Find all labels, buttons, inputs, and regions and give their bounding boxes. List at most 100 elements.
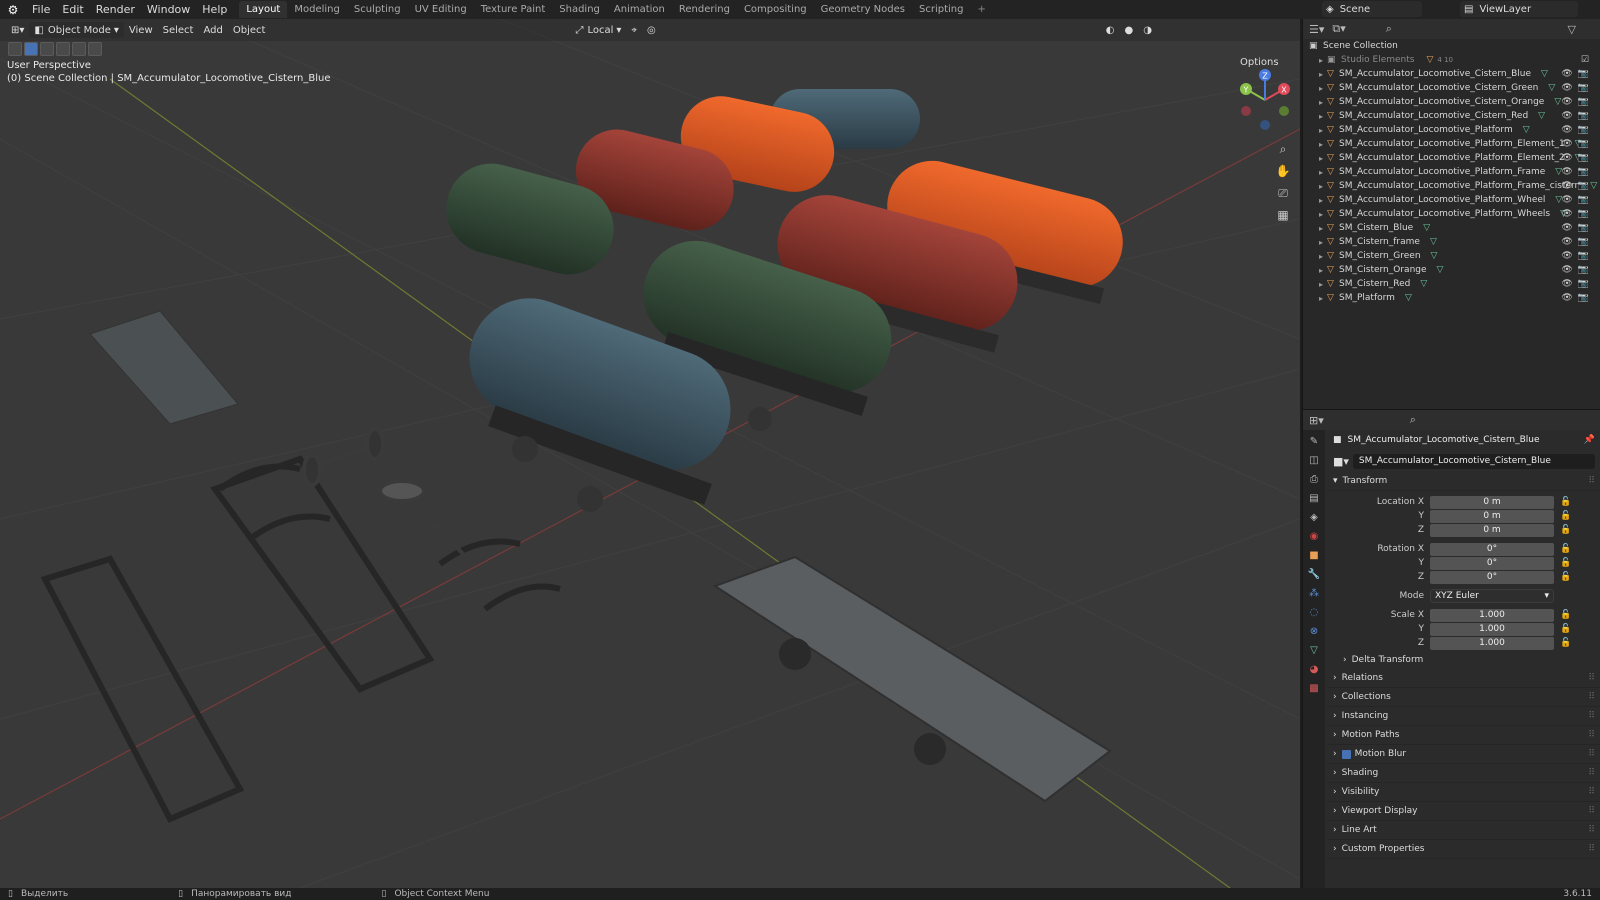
scene-tab-icon[interactable]: ◈ (1307, 512, 1321, 528)
lock-icon[interactable]: 🔓 (1560, 497, 1571, 507)
outliner-item[interactable]: ▸ ▽ SM_Accumulator_Locomotive_Cistern_Gree… (1303, 81, 1600, 95)
constraints-tab-icon[interactable]: ⊗ (1307, 626, 1321, 642)
checkbox[interactable] (1341, 749, 1351, 759)
outliner-item[interactable]: ▸ ▽ SM_Cistern_Orange ▽ 👁📷 (1303, 263, 1600, 277)
expand-icon[interactable]: ▸ (1319, 238, 1327, 247)
visibility-eye-icon[interactable]: 👁📷 (1561, 139, 1594, 149)
visibility-eye-icon[interactable]: 👁📷 (1561, 279, 1594, 289)
section-motion-paths[interactable]: › Motion Paths ⠿ (1327, 726, 1600, 745)
drag-handle-icon[interactable]: ⠿ (1588, 673, 1595, 683)
tab-geometry-nodes[interactable]: Geometry Nodes (814, 1, 912, 18)
outliner-editor-icon[interactable]: ☰▾ (1309, 23, 1324, 36)
tab-sculpting[interactable]: Sculpting (347, 1, 408, 18)
section-viewport-display[interactable]: › Viewport Display ⠿ (1327, 802, 1600, 821)
world-tab-icon[interactable]: ◉ (1307, 531, 1321, 547)
expand-icon[interactable]: ▸ (1319, 84, 1327, 93)
drag-handle-icon[interactable]: ⠿ (1588, 730, 1595, 740)
drag-handle-icon[interactable]: ⠿ (1588, 711, 1595, 721)
lock-icon[interactable]: 🔓 (1560, 544, 1571, 554)
visibility-eye-icon[interactable]: 👁📷 (1561, 181, 1594, 191)
3d-viewport[interactable]: ⊞▾ ◧ Object Mode ▾ View Select Add Objec… (0, 19, 1300, 888)
outliner-root[interactable]: ▣ Scene Collection (1303, 39, 1600, 53)
tab-scripting[interactable]: Scripting (912, 1, 970, 18)
filter-icon[interactable]: ▽ (1568, 23, 1576, 36)
tab-shading[interactable]: Shading (552, 1, 607, 18)
section-shading[interactable]: › Shading ⠿ (1327, 764, 1600, 783)
pin-icon[interactable]: 📌 (1584, 435, 1595, 445)
shading-material-icon[interactable]: ◑ (1138, 22, 1157, 38)
modifier-tab-icon[interactable]: 🔧 (1307, 569, 1321, 585)
scene-selector[interactable]: ◈ Scene (1322, 1, 1422, 17)
lock-icon[interactable]: 🔓 (1560, 610, 1571, 620)
tab-animation[interactable]: Animation (607, 1, 672, 18)
select-extend-mode-icon[interactable] (40, 42, 54, 56)
drag-handle-icon[interactable]: ⠿ (1588, 768, 1595, 778)
drag-handle-icon[interactable]: ⠿ (1588, 692, 1595, 702)
object-tab-icon[interactable]: ■ (1307, 550, 1321, 566)
expand-icon[interactable]: ▸ (1319, 224, 1327, 233)
section-collections[interactable]: › Collections ⠿ (1327, 688, 1600, 707)
shading-solid-icon[interactable]: ● (1120, 22, 1139, 38)
location-y-field[interactable]: 0 m (1430, 509, 1554, 523)
expand-icon[interactable]: ▸ (1319, 154, 1327, 163)
object-datablock-icon[interactable]: ■▾ (1333, 455, 1349, 468)
pan-hand-icon[interactable]: ✋ (1274, 163, 1292, 180)
outliner-item[interactable]: ▸ ▽ SM_Cistern_frame ▽ 👁📷 (1303, 235, 1600, 249)
section-custom-properties[interactable]: › Custom Properties ⠿ (1327, 840, 1600, 859)
select-box-mode-icon[interactable] (24, 42, 38, 56)
output-tab-icon[interactable]: ⎙ (1307, 474, 1321, 490)
drag-handle-icon[interactable]: ⠿ (1588, 844, 1595, 854)
visibility-eye-icon[interactable]: 👁📷 (1561, 111, 1594, 121)
scale-x-field[interactable]: 1.000 (1430, 608, 1554, 622)
expand-icon[interactable]: ▸ (1319, 56, 1327, 65)
outliner-studio[interactable]: ▸ ▣ Studio Elements ▽ 4 10 ☑ (1303, 53, 1600, 67)
expand-icon[interactable]: ▸ (1319, 252, 1327, 261)
expand-icon[interactable]: ▸ (1319, 112, 1327, 121)
lock-icon[interactable]: 🔓 (1560, 558, 1571, 568)
overlay-icon[interactable]: ◐ (1101, 22, 1120, 38)
delta-transform-section[interactable]: › Delta Transform (1327, 650, 1600, 669)
outliner-item[interactable]: ▸ ▽ SM_Accumulator_Locomotive_Platform_Fra… (1303, 165, 1600, 179)
visibility-eye-icon[interactable]: 👁📷 (1561, 265, 1594, 275)
particles-tab-icon[interactable]: ⁂ (1307, 588, 1321, 604)
expand-icon[interactable]: ▸ (1319, 210, 1327, 219)
menu-help[interactable]: Help (196, 0, 233, 19)
section-visibility[interactable]: › Visibility ⠿ (1327, 783, 1600, 802)
tab-layout[interactable]: Layout (239, 1, 288, 18)
lock-icon[interactable]: 🔓 (1560, 572, 1571, 582)
outliner-item[interactable]: ▸ ▽ SM_Accumulator_Locomotive_Platform ▽ 👁📷 (1303, 123, 1600, 137)
section-motion-blur[interactable]: › Motion Blur ⠿ (1327, 745, 1600, 764)
tab-modeling[interactable]: Modeling (287, 1, 347, 18)
expand-icon[interactable]: ▸ (1319, 182, 1327, 191)
menu-file[interactable]: File (26, 0, 56, 19)
transform-orientation[interactable]: ⤢ Local ▾ (570, 22, 626, 38)
expand-icon[interactable]: ▸ (1319, 70, 1327, 79)
outliner-item[interactable]: ▸ ▽ SM_Cistern_Green ▽ 👁📷 (1303, 249, 1600, 263)
outliner-item[interactable]: ▸ ▽ SM_Accumulator_Locomotive_Platform_Ele… (1303, 137, 1600, 151)
visibility-eye-icon[interactable]: 👁📷 (1561, 237, 1594, 247)
outliner-item[interactable]: ▸ ▽ SM_Cistern_Red ▽ 👁📷 (1303, 277, 1600, 291)
select-tool-icon[interactable] (8, 42, 22, 56)
outliner-item[interactable]: ▸ ▽ SM_Accumulator_Locomotive_Platform_Whe… (1303, 207, 1600, 221)
section-instancing[interactable]: › Instancing ⠿ (1327, 707, 1600, 726)
transform-section[interactable]: ▾ Transform ⠿ (1327, 472, 1600, 491)
lock-icon[interactable]: 🔓 (1560, 624, 1571, 634)
snap-icon[interactable]: ⌖ (626, 22, 642, 38)
data-tab-icon[interactable]: ▽ (1307, 645, 1321, 661)
physics-tab-icon[interactable]: ◌ (1307, 607, 1321, 623)
outliner-item[interactable]: ▸ ▽ SM_Accumulator_Locomotive_Cistern_Oran… (1303, 95, 1600, 109)
expand-icon[interactable]: ▸ (1319, 126, 1327, 135)
visibility-eye-icon[interactable]: 👁📷 (1561, 195, 1594, 205)
visibility-eye-icon[interactable]: 👁📷 (1561, 83, 1594, 93)
lock-icon[interactable]: 🔓 (1560, 511, 1571, 521)
visibility-toggle-icon[interactable]: ☑ (1581, 55, 1594, 65)
drag-handle-icon[interactable]: ⠿ (1588, 806, 1595, 816)
expand-icon[interactable]: ▸ (1319, 140, 1327, 149)
proportional-edit-icon[interactable]: ◎ (642, 22, 661, 38)
expand-icon[interactable]: ▸ (1319, 196, 1327, 205)
scale-z-field[interactable]: 1.000 (1430, 636, 1554, 650)
view-layer-tab-icon[interactable]: ▤ (1307, 493, 1321, 509)
add-workspace-icon[interactable]: + (970, 1, 992, 18)
ortho-grid-icon[interactable]: ▦ (1274, 207, 1292, 224)
outliner-item[interactable]: ▸ ▽ SM_Accumulator_Locomotive_Platform_Fra… (1303, 179, 1600, 193)
